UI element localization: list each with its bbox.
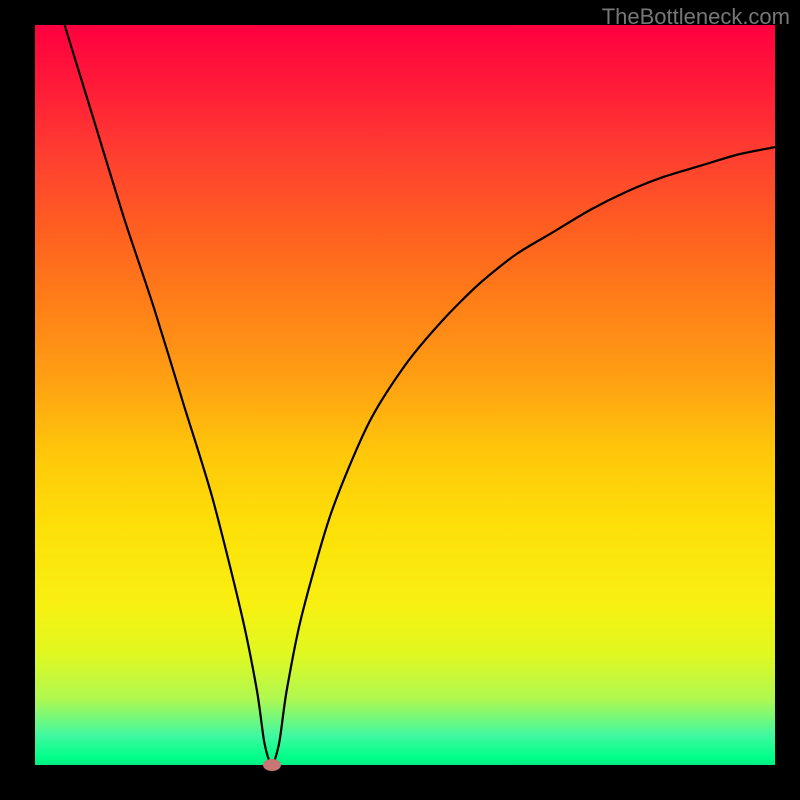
chart-plot-area xyxy=(35,25,775,765)
bottleneck-curve-line xyxy=(65,25,775,765)
watermark-text: TheBottleneck.com xyxy=(602,4,790,30)
bottleneck-curve-svg xyxy=(35,25,775,765)
curve-minimum-marker xyxy=(263,759,281,771)
